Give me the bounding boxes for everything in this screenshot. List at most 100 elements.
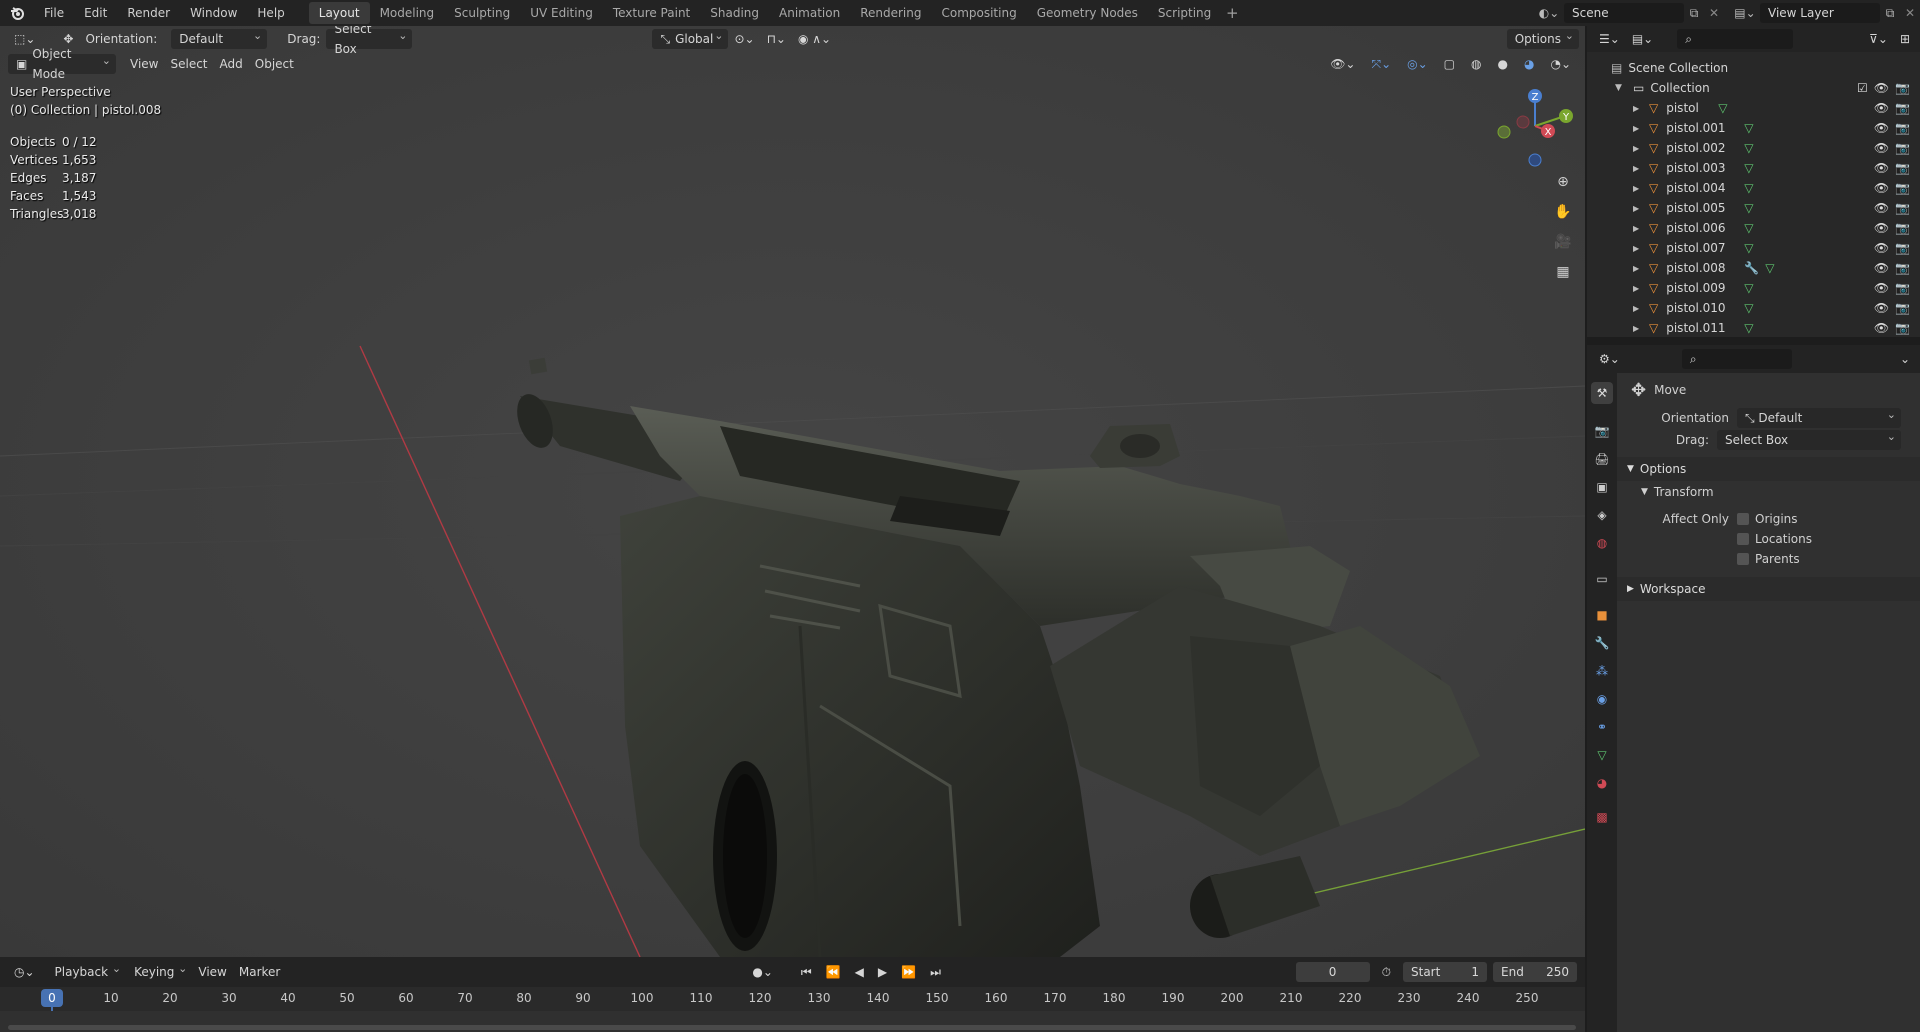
menu-select[interactable]: Select	[164, 54, 213, 74]
snap-icon[interactable]: ⊓⌄	[761, 29, 792, 49]
object-tab-icon[interactable]: ■	[1591, 604, 1613, 626]
mesh-data-icon[interactable]: ▽	[1744, 201, 1753, 215]
options-dropdown[interactable]: Options	[1506, 26, 1579, 49]
mesh-data-icon[interactable]: ▽	[1744, 181, 1753, 195]
origins-checkbox[interactable]	[1737, 513, 1749, 525]
outliner-object-row[interactable]: ▶ ▽ pistol.002 ▽ 👁 📷	[1587, 138, 1920, 158]
add-workspace-icon[interactable]: +	[1221, 4, 1243, 22]
mesh-data-icon[interactable]: ▽	[1744, 241, 1753, 255]
visibility-icon[interactable]: 👁⌄	[1324, 54, 1361, 74]
outliner-object-row[interactable]: ▶ ▽ pistol.009 ▽ 👁 📷	[1587, 278, 1920, 298]
tab-layout[interactable]: Layout	[308, 2, 370, 24]
shading-solid-icon[interactable]: ●	[1492, 54, 1514, 74]
timeline-view-menu[interactable]: View	[192, 962, 232, 982]
eye-icon[interactable]: 👁	[1874, 301, 1889, 315]
outliner-object-row[interactable]: ▶ ▽ pistol.008 🔧 ▽ 👁 📷	[1587, 258, 1920, 278]
jump-end-icon[interactable]: ⏭	[924, 962, 947, 982]
render-camera-icon[interactable]: 📷	[1895, 301, 1910, 315]
jump-start-icon[interactable]: ⏮	[795, 962, 818, 982]
new-collection-icon[interactable]: ⊞	[1894, 29, 1916, 49]
scene-copy-icon[interactable]: ⧉	[1684, 6, 1704, 21]
auto-keying-icon[interactable]: ●⌄	[746, 962, 779, 982]
scene-name-field[interactable]: Scene	[1564, 3, 1684, 23]
constraints-tab-icon[interactable]: ⚭	[1591, 716, 1613, 738]
zoom-icon[interactable]: ⊕	[1550, 169, 1576, 195]
menu-object[interactable]: Object	[249, 54, 300, 74]
start-frame-field[interactable]: Start 1	[1403, 962, 1487, 982]
shading-wireframe-icon[interactable]: ◍	[1465, 54, 1487, 74]
viewport-scene[interactable]	[0, 26, 1585, 957]
outliner-object-row[interactable]: ▶ ▽ pistol.007 ▽ 👁 📷	[1587, 238, 1920, 258]
eye-icon[interactable]: 👁	[1874, 121, 1889, 135]
mesh-data-icon[interactable]: ▽	[1744, 301, 1753, 315]
tab-uv-editing[interactable]: UV Editing	[520, 2, 603, 24]
playback-menu[interactable]: Playback	[47, 959, 127, 982]
exclude-checkbox-icon[interactable]: ☑	[1857, 81, 1868, 95]
options-panel-header[interactable]: ▼ Options	[1617, 457, 1920, 481]
tab-shading[interactable]: Shading	[700, 2, 769, 24]
mesh-data-icon[interactable]: ▽	[1744, 161, 1753, 175]
overlay-toggle-icon[interactable]: ◎⌄	[1401, 54, 1434, 74]
menu-file[interactable]: File	[34, 0, 74, 26]
mesh-data-icon[interactable]: ▽	[1765, 261, 1774, 275]
shading-material-icon[interactable]: ◕	[1518, 54, 1540, 74]
orientation-dropdown[interactable]: Default	[171, 26, 268, 49]
play-reverse-icon[interactable]: ◀	[849, 962, 870, 982]
pan-hand-icon[interactable]: ✋	[1550, 199, 1576, 225]
orientation-prop-dropdown[interactable]: ⤡ Default	[1737, 405, 1901, 428]
tab-rendering[interactable]: Rendering	[850, 2, 931, 24]
menu-edit[interactable]: Edit	[74, 0, 117, 26]
eye-icon[interactable]: 👁	[1874, 321, 1889, 335]
menu-window[interactable]: Window	[180, 0, 247, 26]
mesh-data-icon[interactable]: ▽	[1744, 221, 1753, 235]
modifier-tab-icon[interactable]: 🔧	[1591, 632, 1613, 654]
material-tab-icon[interactable]: ◕	[1591, 772, 1613, 794]
eye-icon[interactable]: 👁	[1874, 81, 1889, 95]
3d-viewport[interactable]: ⬚⌄ ✥ Orientation: Default Drag: Select B…	[0, 26, 1585, 957]
expand-arrow-icon[interactable]: ▶	[1633, 264, 1645, 273]
current-frame-field[interactable]: 0	[1295, 962, 1370, 982]
locations-checkbox[interactable]	[1737, 533, 1749, 545]
particles-tab-icon[interactable]: ⁂	[1591, 660, 1613, 682]
end-frame-field[interactable]: End 250	[1493, 962, 1577, 982]
data-tab-icon[interactable]: ▽	[1591, 744, 1613, 766]
object-mode-dropdown[interactable]: ▣ Object Mode	[8, 47, 116, 81]
view-layer-tab-icon[interactable]: ▣	[1591, 476, 1613, 498]
tab-scripting[interactable]: Scripting	[1148, 2, 1221, 24]
playhead[interactable]: 0	[41, 989, 63, 1007]
render-camera-icon[interactable]: 📷	[1895, 161, 1910, 175]
expand-arrow-icon[interactable]: ▶	[1633, 184, 1645, 193]
render-camera-icon[interactable]: 📷	[1895, 121, 1910, 135]
collection-row[interactable]: ▼ ▭ Collection ☑ 👁 📷	[1587, 78, 1920, 98]
properties-options-icon[interactable]: ⌄	[1894, 349, 1916, 369]
menu-render[interactable]: Render	[117, 0, 180, 26]
eye-icon[interactable]: 👁	[1874, 141, 1889, 155]
gizmo-toggle-icon[interactable]: ⤧⌄	[1365, 54, 1397, 74]
expand-arrow-icon[interactable]: ▶	[1633, 224, 1645, 233]
prev-keyframe-icon[interactable]: ⏪	[820, 962, 847, 982]
render-camera-icon[interactable]: 📷	[1895, 321, 1910, 335]
marker-menu[interactable]: Marker	[233, 962, 286, 982]
parents-checkbox[interactable]	[1737, 553, 1749, 565]
tab-geometry-nodes[interactable]: Geometry Nodes	[1027, 2, 1148, 24]
pivot-point-icon[interactable]: ⊙⌄	[728, 29, 760, 49]
mesh-data-icon[interactable]: ▽	[1718, 101, 1727, 115]
tool-tab-icon[interactable]: ⚒	[1591, 382, 1613, 404]
view-layer-copy-icon[interactable]: ⧉	[1880, 6, 1900, 21]
expand-arrow-icon[interactable]: ▶	[1633, 164, 1645, 173]
expand-arrow-icon[interactable]: ▶	[1633, 324, 1645, 333]
expand-arrow-icon[interactable]: ▶	[1633, 244, 1645, 253]
ortho-toggle-icon[interactable]: ▦	[1550, 259, 1576, 285]
menu-add[interactable]: Add	[214, 54, 249, 74]
outliner-object-row[interactable]: ▶ ▽ pistol.004 ▽ 👁 📷	[1587, 178, 1920, 198]
timeline-editor-type-icon[interactable]: ◷⌄	[8, 962, 41, 982]
mesh-data-icon[interactable]: ▽	[1744, 141, 1753, 155]
transform-subpanel-header[interactable]: ▼ Transform	[1617, 481, 1920, 503]
drag-prop-dropdown[interactable]: Select Box	[1717, 427, 1901, 450]
expand-arrow-icon[interactable]: ▶	[1633, 104, 1645, 113]
expand-arrow-icon[interactable]: ▶	[1633, 204, 1645, 213]
transform-orientation-dropdown[interactable]: ⤡ Global	[652, 26, 729, 49]
outliner-search-field[interactable]: ⌕	[1677, 29, 1794, 49]
mesh-data-icon[interactable]: ▽	[1744, 121, 1753, 135]
next-keyframe-icon[interactable]: ⏩	[895, 962, 922, 982]
